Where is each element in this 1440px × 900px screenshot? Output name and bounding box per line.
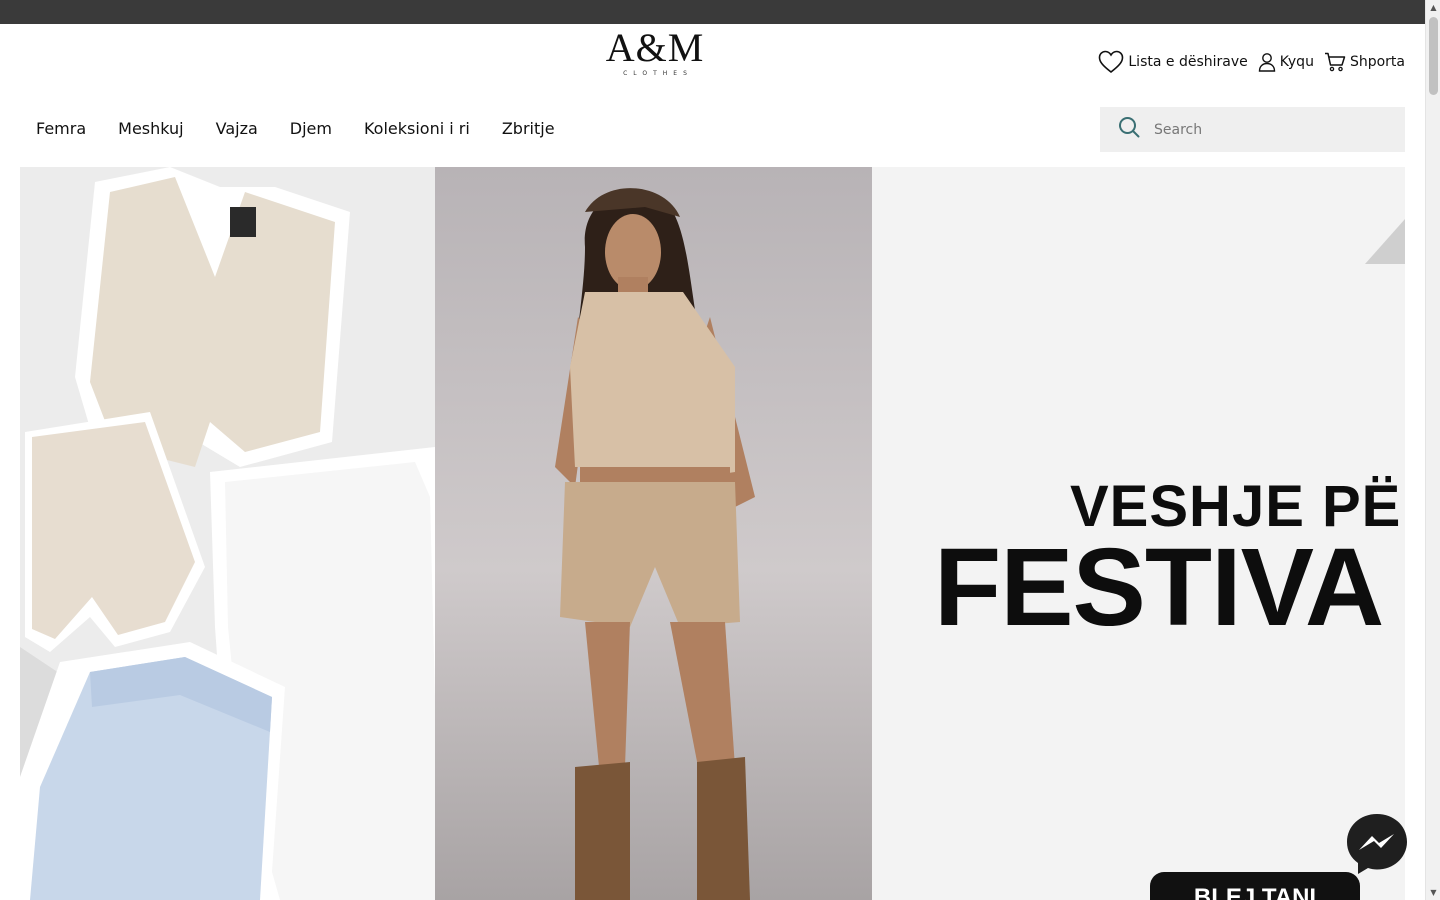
header-actions: Lista e dëshirave Kyqu Shporta [1098,50,1405,74]
wishlist-label: Lista e dëshirave [1128,54,1248,70]
cart-label: Shporta [1349,54,1405,70]
nav-item-vajza[interactable]: Vajza [216,119,258,138]
model-photo-image [435,167,872,900]
nav-item-djem[interactable]: Djem [290,119,332,138]
scroll-up-arrow-icon[interactable]: ▲ [1426,0,1440,15]
promo-panel: VESHJE PË FESTIVA BLEJ TANI [872,167,1405,900]
search-icon[interactable] [1118,116,1140,143]
nav-item-koleksioni[interactable]: Koleksioni i ri [364,119,470,138]
hero-banner[interactable]: VESHJE PË FESTIVA BLEJ TANI [20,167,1405,900]
main-nav: Femra Meshkuj Vajza Djem Koleksioni i ri… [36,119,555,138]
scrollbar[interactable]: ▲ ▼ [1425,0,1440,900]
search-bar[interactable] [1100,107,1405,152]
search-input[interactable] [1154,121,1374,138]
nav-item-femra[interactable]: Femra [36,119,86,138]
site-logo[interactable]: A&M CLOTHES [600,28,710,82]
logo-subtitle: CLOTHES [623,70,693,77]
messenger-icon [1345,814,1409,880]
hero-headline-main: FESTIVA [934,526,1384,649]
user-icon [1258,52,1276,72]
wishlist-button[interactable]: Lista e dëshirave [1098,50,1248,74]
scrollbar-thumb[interactable] [1429,17,1438,95]
logo-mark: A&M [605,25,705,70]
cart-icon [1324,52,1346,72]
nav-item-zbritje[interactable]: Zbritje [502,119,555,138]
login-label: Kyqu [1279,54,1314,70]
product-collage-image [20,167,435,900]
messenger-chat-button[interactable] [1345,812,1409,876]
top-bar [0,0,1425,24]
heart-icon [1098,50,1124,74]
cart-button[interactable]: Shporta [1324,52,1405,72]
decor-triangle-icon [1365,219,1405,264]
nav-item-meshkuj[interactable]: Meshkuj [118,119,183,138]
shop-now-button[interactable]: BLEJ TANI [1150,872,1360,900]
login-button[interactable]: Kyqu [1258,52,1314,72]
scroll-down-arrow-icon[interactable]: ▼ [1426,885,1440,900]
